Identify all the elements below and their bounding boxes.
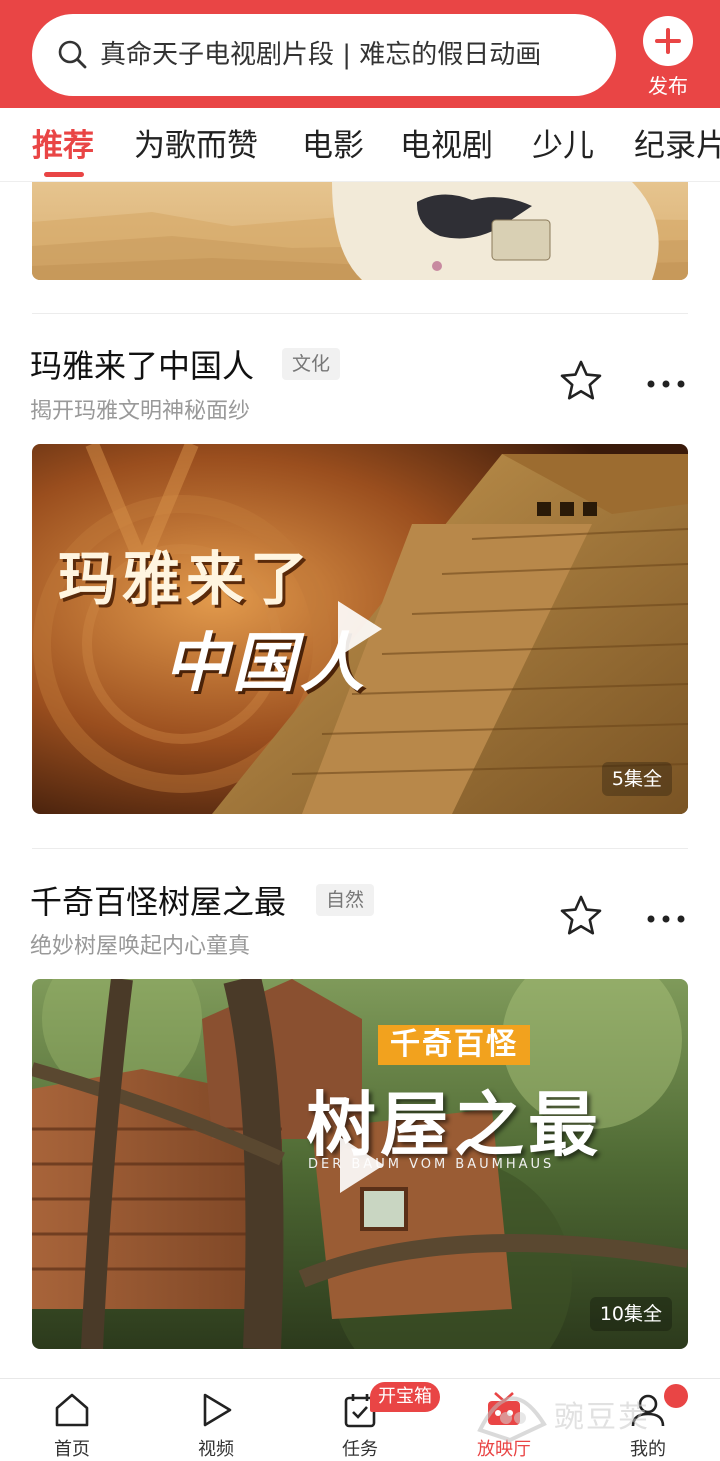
card-title[interactable]: 玛雅来了中国人 <box>30 344 254 388</box>
video-thumbnail[interactable]: 玛雅来了 中国人 5集全 <box>32 444 688 814</box>
play-icon <box>203 1393 232 1427</box>
nav-home[interactable]: 首页 <box>22 1387 122 1460</box>
episode-count: 5集全 <box>601 762 672 796</box>
tab-recommend[interactable]: 推荐 <box>32 126 94 166</box>
card-title[interactable]: 千奇百怪树屋之最 <box>30 880 286 924</box>
divider <box>32 313 688 314</box>
plus-icon <box>643 16 693 66</box>
divider <box>32 848 688 849</box>
previous-card-thumbnail[interactable] <box>32 182 688 280</box>
nav-label: 任务 <box>342 1439 378 1460</box>
poster-banner: 千奇百怪 <box>378 1025 530 1065</box>
search-box[interactable]: 真命天子电视剧片段 | 难忘的假日动画 <box>32 14 616 96</box>
star-icon[interactable] <box>558 358 604 404</box>
play-icon[interactable] <box>330 597 386 661</box>
episode-count: 10集全 <box>589 1297 672 1331</box>
top-bar: 真命天子电视剧片段 | 难忘的假日动画 发布 <box>0 0 720 108</box>
nav-label: 视频 <box>198 1439 234 1460</box>
search-query-text: 真命天子电视剧片段 | 难忘的假日动画 <box>100 40 542 70</box>
more-icon[interactable] <box>644 909 688 929</box>
watermark: 豌豆荚 <box>470 1380 700 1446</box>
publish-label: 发布 <box>648 74 688 98</box>
card-subtitle: 揭开玛雅文明神秘面纱 <box>30 399 251 424</box>
more-icon[interactable] <box>644 374 688 394</box>
watermark-text: 豌豆荚 <box>554 1400 650 1435</box>
category-tabs: 推荐 为歌而赞 电影 电视剧 少儿 纪录片 <box>0 108 720 182</box>
watermark-logo-icon <box>477 1396 547 1443</box>
treasure-chest-badge[interactable]: 开宝箱 <box>370 1382 440 1412</box>
search-icon <box>58 40 87 69</box>
star-icon[interactable] <box>558 893 604 939</box>
active-tab-indicator <box>44 172 84 177</box>
home-icon <box>55 1393 89 1427</box>
tab-songs[interactable]: 为歌而赞 <box>134 126 258 166</box>
tab-tv-series[interactable]: 电视剧 <box>400 126 493 166</box>
nav-video[interactable]: 视频 <box>166 1387 266 1460</box>
card-subtitle: 绝妙树屋唤起内心童真 <box>30 934 251 959</box>
poster-title-line1: 玛雅来了 <box>58 545 315 613</box>
play-icon[interactable] <box>332 1133 388 1197</box>
nav-label: 首页 <box>54 1439 90 1460</box>
category-tag: 自然 <box>316 884 375 916</box>
tab-movies[interactable]: 电影 <box>302 126 364 166</box>
category-tag: 文化 <box>282 348 341 380</box>
tab-kids[interactable]: 少儿 <box>532 126 594 166</box>
publish-button[interactable]: 发布 <box>636 16 700 98</box>
video-thumbnail[interactable]: 千奇百怪 树屋之最 DER BAUM VOM BAUMHAUS 10集全 <box>32 979 688 1349</box>
tab-documentary[interactable]: 纪录片 <box>634 126 720 166</box>
